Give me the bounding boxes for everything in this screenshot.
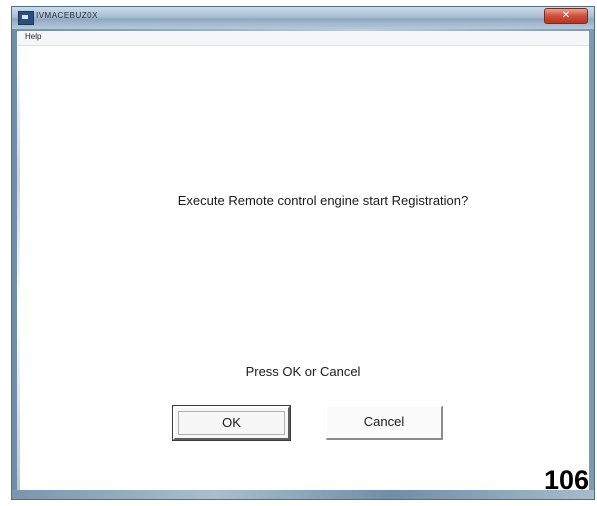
page: IVMACEBUZ0X ✕ Help Execute Remote contro… (0, 0, 597, 506)
cancel-button[interactable]: Cancel (326, 406, 443, 440)
page-number: 106 (543, 465, 589, 495)
registration-prompt: Execute Remote control engine start Regi… (177, 193, 469, 208)
menu-bar: Help (17, 31, 589, 46)
left-border-decoration (17, 46, 20, 490)
window-bottom-border (12, 490, 594, 499)
app-window-icon (18, 11, 34, 25)
window-title: IVMACEBUZ0X (36, 11, 98, 20)
focus-rectangle (178, 411, 285, 435)
cancel-button-label: Cancel (363, 414, 405, 429)
menu-item-help[interactable]: Help (25, 32, 41, 41)
ok-button[interactable]: OK (172, 405, 291, 441)
title-bar[interactable]: IVMACEBUZ0X ✕ (12, 7, 594, 29)
close-button[interactable]: ✕ (544, 8, 588, 24)
application-window: IVMACEBUZ0X ✕ Help Execute Remote contro… (11, 6, 595, 500)
dialog-content: Execute Remote control engine start Regi… (17, 46, 589, 490)
instruction-text: Press OK or Cancel (245, 364, 361, 379)
